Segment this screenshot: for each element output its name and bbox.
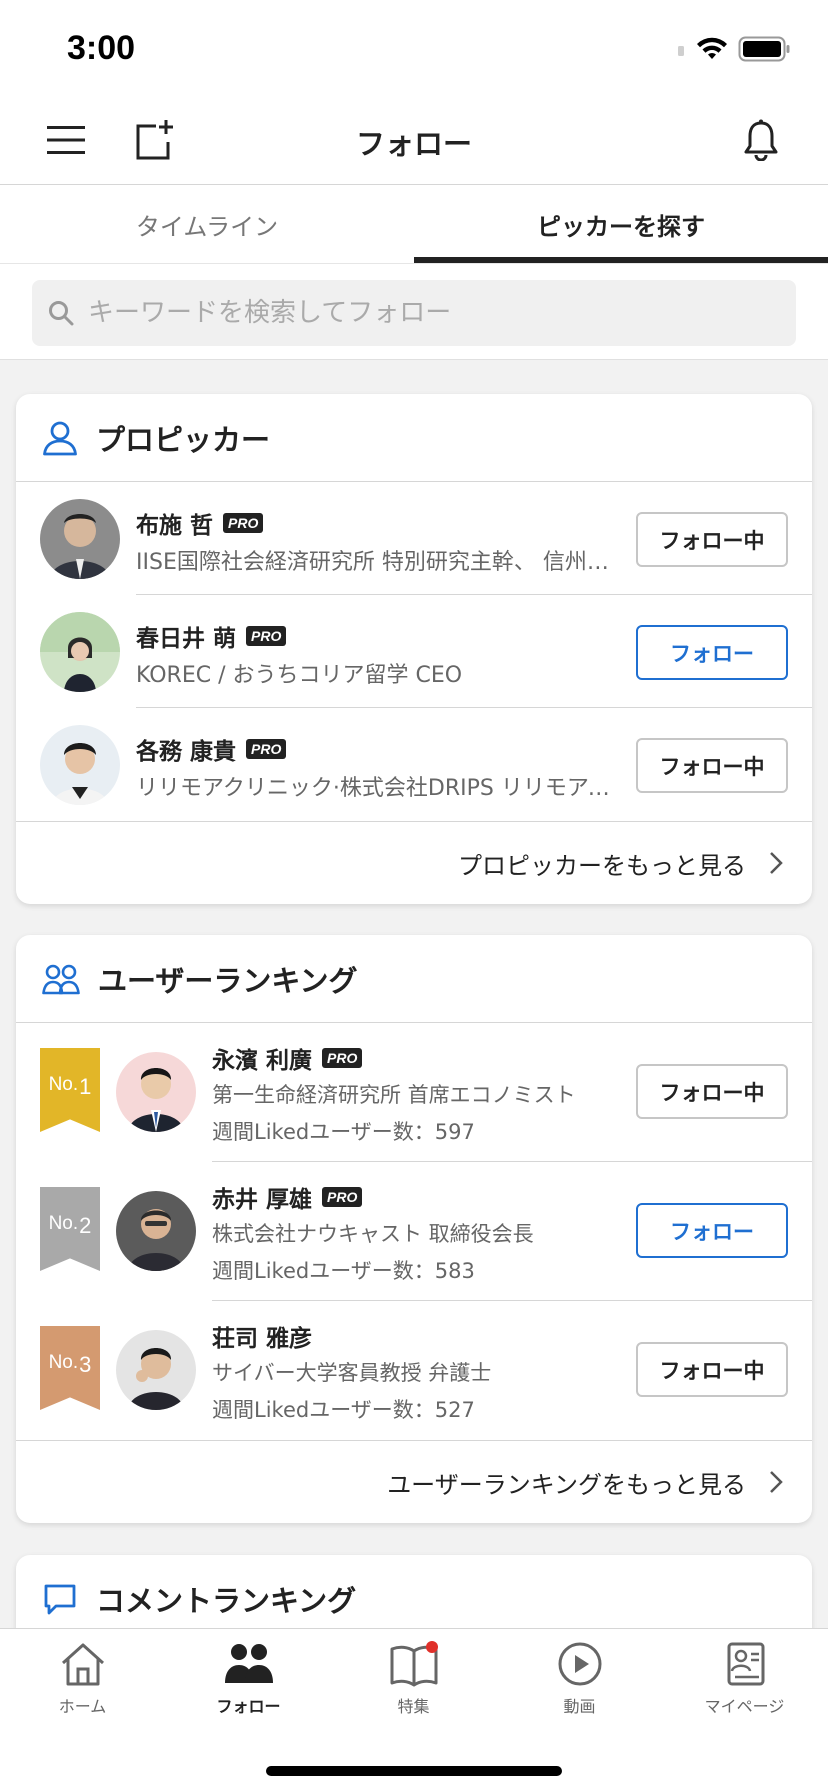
bottom-tab-label: マイページ <box>704 1697 785 1716</box>
user-name[interactable]: 各務 康貴 <box>136 732 236 766</box>
rank-ribbon: No. 1 <box>40 1048 100 1132</box>
pro-badge: PRO <box>223 513 264 533</box>
user-ranking-header: ユーザーランキング <box>16 935 812 1023</box>
see-more-label: プロピッカーをもっと見る <box>458 851 746 880</box>
battery-icon <box>738 36 790 62</box>
home-indicator <box>266 1766 562 1776</box>
rank-number: 1 <box>79 1074 92 1099</box>
user-description: KOREC / おうちコリア留学 CEO <box>136 663 463 688</box>
user-description: 株式会社ナウキャスト 取締役会長 <box>212 1222 534 1246</box>
bottom-tab-follow[interactable]: フォロー <box>166 1629 331 1729</box>
pro-pickers-title: プロピッカー <box>96 422 271 457</box>
bottom-tab-label: 動画 <box>563 1697 596 1716</box>
user-name[interactable]: 春日井 萌 <box>136 619 236 653</box>
signal-icon <box>678 46 684 56</box>
bottom-tab-features[interactable]: 特集 <box>331 1629 496 1729</box>
pro-pickers-header: プロピッカー <box>16 394 812 482</box>
status-icons <box>676 36 792 62</box>
weekly-liked-count: 週間Likedユーザー数：597 <box>212 1120 475 1144</box>
chevron-right-icon <box>770 852 783 874</box>
list-item[interactable]: 各務 康貴 PRO リリモアクリニック·株式会社DRIPS リリモアクリニック院… <box>16 708 812 821</box>
rank-prefix: No. <box>48 1213 79 1234</box>
ranking-row[interactable]: No. 2 赤井 厚雄 PRO 株式会社ナウキャスト 取締役会長 週間Likedユ… <box>16 1162 812 1301</box>
pro-badge: PRO <box>246 626 287 646</box>
following-button[interactable]: フォロー中 <box>636 512 788 567</box>
pro-pickers-card: プロピッカー 布施 哲 PRO IISE国際社会経済研究所 特別研究主幹、 信州… <box>16 394 812 904</box>
rank-prefix: No. <box>48 1352 79 1373</box>
search-box[interactable] <box>32 280 796 346</box>
tab-find-pickers[interactable]: ピッカーを探す <box>414 185 828 263</box>
list-item[interactable]: 布施 哲 PRO IISE国際社会経済研究所 特別研究主幹、 信州大学特任教授 … <box>16 482 812 595</box>
bottom-tab-label: フォロー <box>216 1697 281 1716</box>
person-icon <box>43 421 77 455</box>
weekly-liked-count: 週間Likedユーザー数：527 <box>212 1398 475 1422</box>
rank-ribbon: No. 2 <box>40 1187 100 1271</box>
see-more-label: ユーザーランキングをもっと見る <box>387 1470 746 1499</box>
user-name[interactable]: 赤井 厚雄 <box>212 1180 312 1214</box>
rank-prefix: No. <box>48 1074 79 1095</box>
following-button[interactable]: フォロー中 <box>636 1342 788 1397</box>
comment-icon <box>44 1584 76 1615</box>
follow-button[interactable]: フォロー <box>636 1203 788 1258</box>
wifi-icon <box>697 37 727 59</box>
tab-timeline[interactable]: タイムライン <box>0 185 414 263</box>
comment-ranking-title: コメントランキング <box>96 1584 357 1618</box>
chevron-right-icon <box>770 1471 783 1493</box>
tab-bar: タイムライン ピッカーを探す <box>0 185 828 263</box>
avatar[interactable] <box>116 1330 196 1410</box>
avatar[interactable] <box>116 1052 196 1132</box>
avatar[interactable] <box>40 725 120 805</box>
see-more-pro-pickers[interactable]: プロピッカーをもっと見る <box>16 821 812 904</box>
avatar[interactable] <box>40 499 120 579</box>
avatar[interactable] <box>40 612 120 692</box>
status-bar: 3:00 <box>0 0 828 95</box>
rank-number: 2 <box>79 1213 92 1238</box>
search-icon <box>49 301 74 326</box>
notification-button[interactable] <box>734 113 788 167</box>
nav-bar: フォロー <box>0 95 828 185</box>
bottom-tab-label: ホーム <box>58 1697 107 1716</box>
home-icon <box>61 1643 104 1686</box>
bottom-tab-home[interactable]: ホーム <box>0 1629 165 1729</box>
profile-card-icon <box>727 1642 764 1686</box>
weekly-liked-count: 週間Likedユーザー数：583 <box>212 1259 475 1283</box>
user-ranking-title: ユーザーランキング <box>98 963 358 998</box>
user-name[interactable]: 布施 哲 <box>136 506 213 540</box>
avatar[interactable] <box>116 1191 196 1271</box>
ranking-row[interactable]: No. 3 荘司 雅彦 サイバー大学客員教授 弁護士 週間Likedユーザー数：5… <box>16 1301 812 1440</box>
user-name[interactable]: 荘司 雅彦 <box>212 1319 312 1353</box>
ranking-row[interactable]: No. 1 永濱 利廣 PRO 第一生命経済研究所 首席エコノミスト 週間Like… <box>16 1023 812 1162</box>
rank-ribbon: No. 3 <box>40 1326 100 1410</box>
user-description: リリモアクリニック·株式会社DRIPS リリモアクリニック院長 <box>136 776 611 801</box>
pro-badge: PRO <box>322 1048 363 1068</box>
bottom-tab-mypage[interactable]: マイページ <box>662 1629 827 1729</box>
users-icon <box>42 964 80 994</box>
bottom-tab-label: 特集 <box>397 1697 430 1716</box>
user-description: IISE国際社会経済研究所 特別研究主幹、 信州大学特任教授 <box>136 550 611 575</box>
search-input[interactable] <box>88 298 738 328</box>
following-button[interactable]: フォロー中 <box>636 1064 788 1119</box>
see-more-user-ranking[interactable]: ユーザーランキングをもっと見る <box>16 1440 812 1523</box>
pro-badge: PRO <box>322 1187 363 1207</box>
book-icon <box>390 1641 438 1687</box>
user-ranking-card: ユーザーランキング No. 1 永濱 利廣 PRO 第一生命経済研究所 首席エコノ… <box>16 935 812 1523</box>
follow-button[interactable]: フォロー <box>636 625 788 680</box>
people-icon <box>224 1644 273 1683</box>
user-description: サイバー大学客員教授 弁護士 <box>212 1361 492 1385</box>
search-area <box>0 263 828 360</box>
bell-icon <box>744 119 778 161</box>
status-time: 3:00 <box>67 29 136 67</box>
user-description: 第一生命経済研究所 首席エコノミスト <box>212 1083 576 1107</box>
following-button[interactable]: フォロー中 <box>636 738 788 793</box>
rank-number: 3 <box>79 1352 92 1377</box>
bottom-tab-video[interactable]: 動画 <box>497 1629 662 1729</box>
pro-badge: PRO <box>246 739 287 759</box>
list-item[interactable]: 春日井 萌 PRO KOREC / おうちコリア留学 CEO フォロー <box>16 595 812 708</box>
play-icon <box>558 1642 601 1686</box>
page-title: フォロー <box>355 127 472 161</box>
user-name[interactable]: 永濱 利廣 <box>212 1041 312 1075</box>
